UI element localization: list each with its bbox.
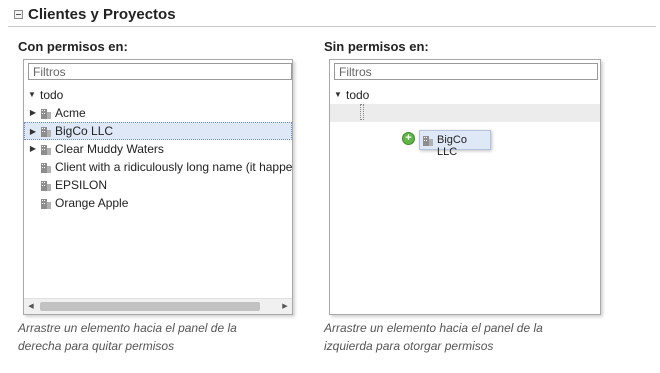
drop-target-row[interactable] xyxy=(330,104,600,122)
expand-arrow-icon[interactable]: ▶ xyxy=(28,140,38,158)
tree-root[interactable]: ▼ todo xyxy=(330,86,600,104)
tree-item[interactable]: EPSILON xyxy=(24,176,292,194)
tree-root-label: todo xyxy=(40,88,64,102)
left-help-line: Arrastre un elemento hacia el panel de l… xyxy=(18,321,237,335)
collapse-arrow-icon[interactable]: ▼ xyxy=(27,86,37,104)
tree-item[interactable]: ▶ Clear Muddy Waters xyxy=(24,140,292,158)
collapse-icon[interactable] xyxy=(14,10,23,19)
tree-item[interactable]: ▶ Acme xyxy=(24,104,292,122)
left-tree: ▼ todo ▶ Acme ▶ BigCo LLC ▶ Clear Muddy … xyxy=(24,86,292,212)
tree-item[interactable]: Orange Apple xyxy=(24,194,292,212)
left-filter-input[interactable] xyxy=(28,63,292,80)
scroll-right-icon[interactable]: ▶ xyxy=(278,299,292,314)
tree-root-label: todo xyxy=(346,88,370,102)
tree-item[interactable]: Client with a ridiculously long name (it… xyxy=(24,158,292,176)
scroll-thumb[interactable] xyxy=(40,302,260,311)
tree-item-label: EPSILON xyxy=(55,178,108,192)
building-icon xyxy=(41,181,51,191)
drag-proxy-box: BigCo LLC xyxy=(419,130,491,158)
building-icon xyxy=(423,136,433,146)
horizontal-scrollbar[interactable]: ◀ ▶ xyxy=(24,298,292,314)
right-tree: ▼ todo xyxy=(330,86,600,122)
tree-item-label: BigCo LLC xyxy=(55,124,114,138)
expand-arrow-icon[interactable]: ▶ xyxy=(28,123,38,139)
with-permissions-panel[interactable]: ▼ todo ▶ Acme ▶ BigCo LLC ▶ Clear Muddy … xyxy=(23,59,293,315)
without-permissions-panel[interactable]: ▼ todo xyxy=(329,59,601,315)
scroll-left-icon[interactable]: ◀ xyxy=(24,299,38,314)
tree-root[interactable]: ▼ todo xyxy=(24,86,292,104)
expand-arrow-icon[interactable]: ▶ xyxy=(28,104,38,122)
left-panel-heading: Con permisos en: xyxy=(18,39,128,54)
drag-proxy-label: BigCo LLC xyxy=(437,134,467,158)
right-help-line: izquierda para otorgar permisos xyxy=(324,339,494,353)
right-help-text: Arrastre un elemento hacia el panel de l… xyxy=(324,319,624,355)
drop-placeholder xyxy=(360,104,364,120)
left-help-line: derecha para quitar permisos xyxy=(18,339,175,353)
tree-item-label: Clear Muddy Waters xyxy=(55,142,164,156)
tree-item-selected[interactable]: ▶ BigCo LLC xyxy=(24,122,292,140)
add-icon: + xyxy=(402,132,415,145)
tree-item-label: Orange Apple xyxy=(55,196,129,210)
tree-item-label: Acme xyxy=(55,106,86,120)
building-icon xyxy=(41,109,51,119)
section-title: Clientes y Proyectos xyxy=(28,6,176,23)
left-help-text: Arrastre un elemento hacia el panel de l… xyxy=(18,319,318,355)
tree-item-label: Client with a ridiculously long name (it… xyxy=(55,160,292,174)
building-icon xyxy=(41,145,51,155)
right-help-line: Arrastre un elemento hacia el panel de l… xyxy=(324,321,543,335)
section-header: Clientes y Proyectos xyxy=(8,4,656,27)
right-panel-heading: Sin permisos en: xyxy=(324,39,429,54)
right-filter-input[interactable] xyxy=(334,63,598,80)
collapse-arrow-icon[interactable]: ▼ xyxy=(333,86,343,104)
drag-proxy[interactable]: + BigCo LLC xyxy=(402,130,494,158)
building-icon xyxy=(41,199,51,209)
building-icon xyxy=(41,127,51,137)
building-icon xyxy=(41,163,51,173)
